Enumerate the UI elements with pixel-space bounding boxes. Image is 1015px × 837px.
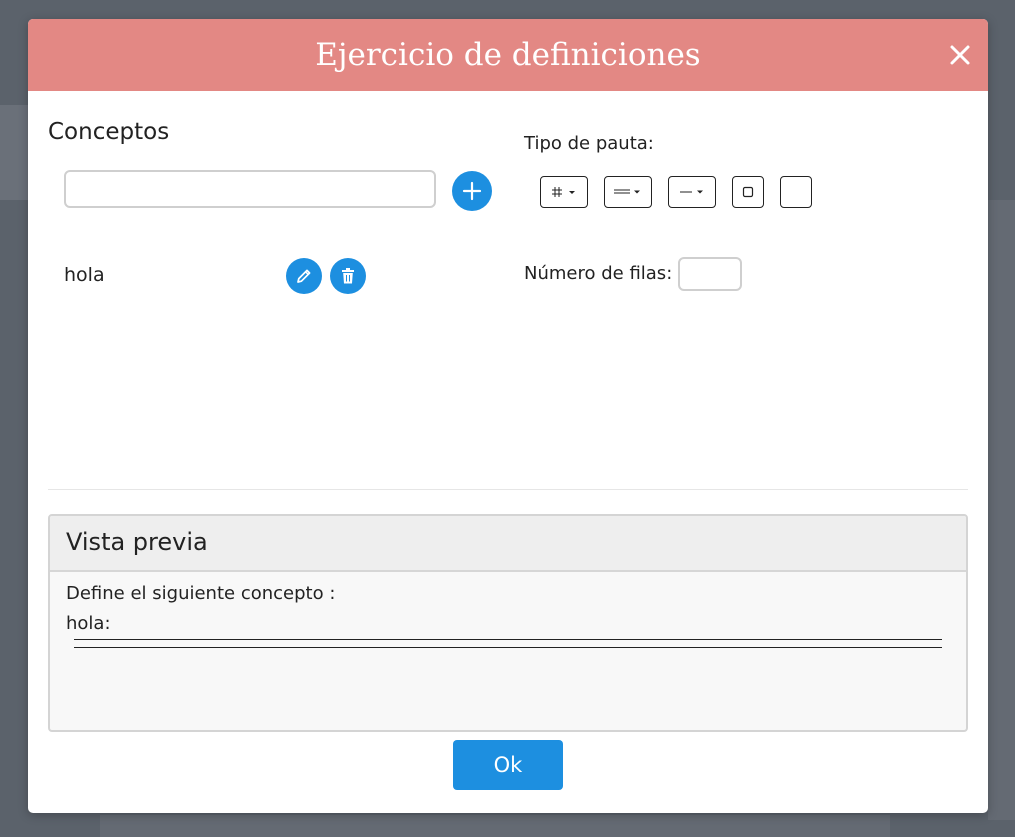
pencil-icon [297,269,311,283]
close-button[interactable] [946,41,974,69]
definitions-dialog: Ejercicio de definiciones Conceptos hola [28,19,988,813]
add-concept-button[interactable] [452,171,492,211]
concept-item-label: hola [64,264,105,286]
pauta-single-line-dropdown[interactable] [668,176,716,208]
delete-concept-button[interactable] [330,258,366,294]
plus-icon [462,181,482,201]
concepts-heading: Conceptos [48,119,170,145]
answer-line [74,639,942,640]
preview-panel: Vista previa Define el siguiente concept… [48,514,968,732]
preview-title: Vista previa [66,528,208,556]
background-panel [988,200,1015,820]
grid-lines-icon [552,187,575,197]
dialog-header: Ejercicio de definiciones [28,19,988,91]
double-line-icon [614,189,640,194]
dialog-title: Ejercicio de definiciones [315,37,701,73]
preview-header: Vista previa [50,516,966,572]
pauta-type-label: Tipo de pauta: [524,133,654,154]
single-line-icon [680,190,703,194]
preview-instruction: Define el siguiente concepto : [66,583,336,604]
rows-label: Número de filas: [524,263,673,284]
edit-concept-button[interactable] [286,258,322,294]
pauta-blank-button[interactable] [780,176,812,208]
trash-icon [342,268,354,284]
square-icon [742,186,754,198]
section-divider [48,489,968,490]
preview-concept-label: hola: [66,613,111,634]
pauta-grid-dropdown[interactable] [540,176,588,208]
close-icon [950,45,970,65]
answer-line [74,647,942,648]
background-panel [0,105,28,200]
background-panel [100,815,890,837]
pauta-square-button[interactable] [732,176,764,208]
ok-button[interactable]: Ok [453,740,563,790]
rows-input[interactable] [678,257,742,291]
pauta-double-line-dropdown[interactable] [604,176,652,208]
concept-input[interactable] [64,170,436,208]
